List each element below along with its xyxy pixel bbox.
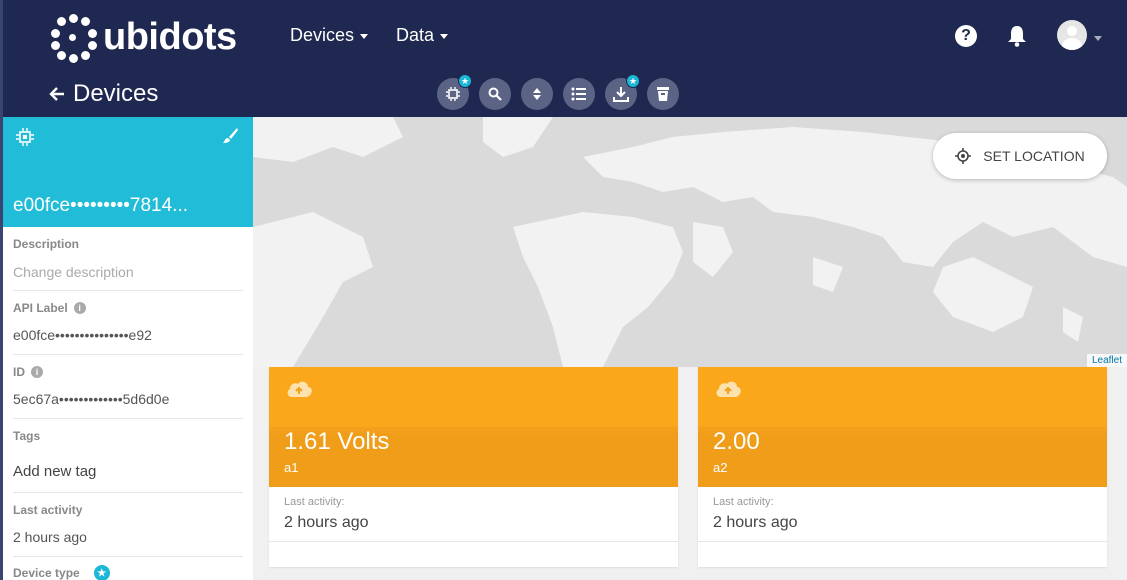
tags-label: Tags xyxy=(13,429,41,443)
set-location-button[interactable]: SET LOCATION xyxy=(933,133,1107,179)
logo-dots-icon xyxy=(51,14,97,63)
star-badge-icon: ★ xyxy=(93,565,110,580)
variable-label: a2 xyxy=(713,460,728,475)
id-field: ID i 5ec67a•••••••••••••5d6d0e xyxy=(13,365,243,419)
set-location-label: SET LOCATION xyxy=(983,148,1085,164)
brand-name: ubidots xyxy=(103,15,237,58)
bell-icon xyxy=(1008,26,1026,47)
add-tag-input[interactable]: Add new tag xyxy=(13,463,243,480)
description-label: Description xyxy=(13,237,80,251)
page-header: Devices ★ ★ xyxy=(0,72,1127,117)
arrow-left-icon xyxy=(49,87,64,101)
api-label-field: API Label i e00fce•••••••••••••••e92 xyxy=(13,301,243,355)
list-icon xyxy=(571,87,586,101)
last-activity-value: 2 hours ago xyxy=(713,514,798,531)
cloud-upload-icon xyxy=(716,381,741,397)
nav-devices-label: Devices xyxy=(290,25,355,45)
search-button[interactable] xyxy=(479,78,511,110)
device-details-panel: e00fce•••••••••7814... Description Chang… xyxy=(0,117,253,580)
top-navbar: ubidots Devices Data ? xyxy=(0,0,1127,72)
leaflet-attribution-link[interactable]: Leaflet xyxy=(1086,354,1127,367)
nav-devices-menu[interactable]: Devices xyxy=(290,25,369,46)
chevron-down-icon[interactable] xyxy=(1094,36,1102,41)
cloud-upload-icon xyxy=(287,381,312,397)
ubidots-logo[interactable]: ubidots xyxy=(51,14,237,63)
variable-label: a1 xyxy=(284,460,299,475)
id-value: 5ec67a•••••••••••••5d6d0e xyxy=(13,391,170,407)
download-button[interactable]: ★ xyxy=(605,74,640,110)
last-activity-field: Last activity 2 hours ago xyxy=(13,503,243,557)
trash-icon xyxy=(657,87,669,101)
star-badge-icon: ★ xyxy=(458,74,472,88)
paintbrush-icon[interactable] xyxy=(221,127,239,145)
chevron-down-icon xyxy=(360,34,369,39)
variable-card-a2[interactable]: 2.00 a2 Last activity: 2 hours ago xyxy=(698,367,1107,567)
api-label-value[interactable]: e00fce•••••••••••••••e92 xyxy=(13,327,243,343)
nav-data-menu[interactable]: Data xyxy=(396,25,449,46)
last-activity-label: Last activity xyxy=(13,503,83,517)
nav-data-label: Data xyxy=(396,25,435,45)
chip-icon xyxy=(446,87,460,101)
sort-icon xyxy=(533,88,541,100)
description-field: Description Change description xyxy=(13,237,243,291)
device-type-field: Device type ★ xyxy=(13,565,243,580)
chip-icon xyxy=(16,128,34,146)
variable-card-a1[interactable]: 1.61 Volts a1 Last activity: 2 hours ago xyxy=(269,367,678,567)
divider xyxy=(698,541,1107,542)
id-label: ID i xyxy=(13,365,243,379)
download-icon xyxy=(613,87,629,102)
star-badge-icon: ★ xyxy=(626,74,640,88)
user-avatar[interactable] xyxy=(1057,20,1087,50)
page-title: Devices xyxy=(73,80,159,107)
last-activity-value: 2 hours ago xyxy=(284,514,369,531)
back-to-devices-link[interactable]: Devices xyxy=(49,80,158,108)
chevron-down-icon xyxy=(440,34,449,39)
api-label-label: API Label i xyxy=(13,301,243,315)
variable-value: 1.61 Volts xyxy=(284,428,390,455)
tags-field: Tags Add new tag xyxy=(13,429,243,493)
list-view-button[interactable] xyxy=(563,78,595,110)
last-activity-label: Last activity: xyxy=(713,496,774,508)
card-header: 1.61 Volts a1 xyxy=(269,367,678,487)
device-type-label: Device type ★ xyxy=(13,565,243,580)
description-input[interactable]: Change description xyxy=(13,264,243,280)
device-type-button[interactable]: ★ xyxy=(437,74,472,110)
variable-value: 2.00 xyxy=(713,428,760,455)
device-header: e00fce•••••••••7814... xyxy=(3,117,253,227)
sort-button[interactable] xyxy=(521,78,553,110)
divider xyxy=(269,541,678,542)
last-activity-label: Last activity: xyxy=(284,496,345,508)
last-activity-value: 2 hours ago xyxy=(13,529,87,545)
notifications-button[interactable] xyxy=(1006,25,1028,47)
search-icon xyxy=(488,87,502,101)
info-icon[interactable]: i xyxy=(73,302,86,314)
delete-button[interactable] xyxy=(647,78,679,110)
card-header: 2.00 a2 xyxy=(698,367,1107,487)
crosshair-icon xyxy=(955,148,972,164)
help-button[interactable]: ? xyxy=(955,25,977,47)
device-name[interactable]: e00fce•••••••••7814... xyxy=(13,195,243,217)
info-icon[interactable]: i xyxy=(31,366,43,378)
world-map[interactable]: SET LOCATION Leaflet xyxy=(253,117,1127,367)
question-icon: ? xyxy=(955,25,977,47)
